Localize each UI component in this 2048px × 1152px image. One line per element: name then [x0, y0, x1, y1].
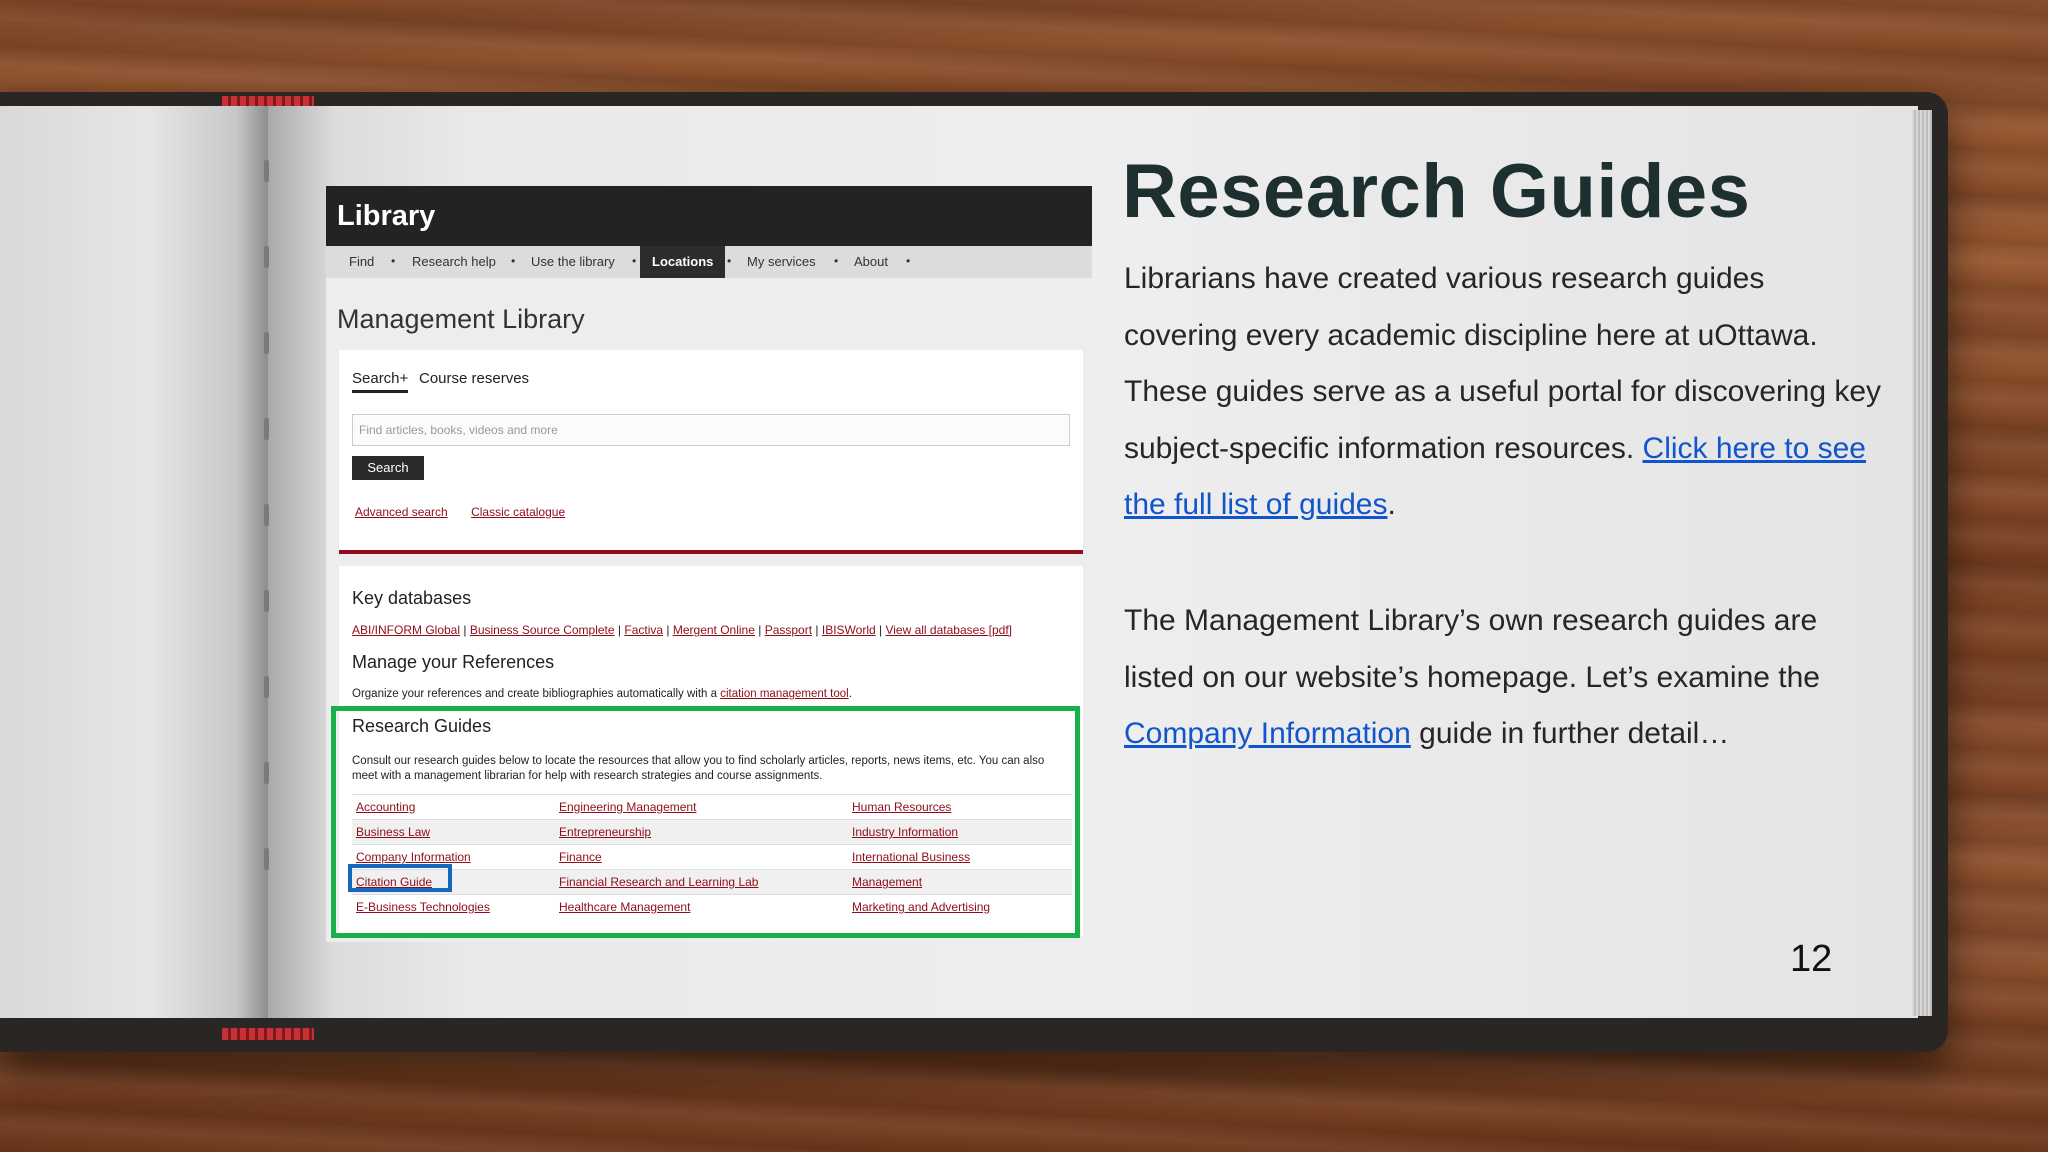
db-link[interactable]: IBISWorld	[822, 623, 876, 637]
nav-separator: •	[834, 254, 839, 268]
search-input[interactable]: Find articles, books, videos and more	[352, 414, 1070, 446]
classic-catalogue-link[interactable]: Classic catalogue	[471, 505, 565, 519]
tab-search-plus[interactable]: Search+	[352, 370, 409, 393]
nav-research-help[interactable]: Research help	[412, 246, 496, 278]
library-nav: Find • Research help • Use the library •…	[326, 246, 1092, 278]
paragraph-2-text: The Management Library’s own research gu…	[1124, 604, 1820, 694]
nav-locations[interactable]: Locations	[640, 246, 726, 278]
nav-separator: •	[727, 254, 732, 268]
library-header: Library	[326, 186, 1092, 246]
citation-guide-highlight-box	[348, 864, 452, 892]
bookmark-ribbon-bottom	[222, 1028, 314, 1040]
paragraph-1-end: .	[1387, 488, 1396, 521]
library-title: Library	[337, 200, 436, 232]
nav-about[interactable]: About	[854, 246, 888, 278]
slide-page-number: 12	[1790, 938, 1833, 980]
nav-my-services[interactable]: My services	[747, 246, 816, 278]
references-end: .	[848, 688, 852, 700]
company-information-guide-link[interactable]: Company Information	[1124, 717, 1411, 750]
nav-separator: •	[906, 254, 911, 268]
db-link[interactable]: Passport	[765, 623, 812, 637]
nav-separator: •	[391, 254, 396, 268]
citation-tool-link[interactable]: citation management tool	[720, 688, 849, 700]
paragraph-2-end: guide in further detail…	[1410, 717, 1730, 750]
references-note: Organize your references and create bibl…	[352, 688, 852, 700]
db-link[interactable]: Factiva	[624, 623, 663, 637]
key-databases-links: ABI/INFORM Global | Business Source Comp…	[352, 623, 1012, 637]
page-title: Management Library	[337, 304, 585, 334]
references-text: Organize your references and create bibl…	[352, 688, 718, 700]
slide-paragraph-2: The Management Library’s own research gu…	[1124, 593, 1884, 763]
nav-separator: •	[511, 254, 516, 268]
slide-title: Research Guides	[1122, 149, 1751, 234]
search-links: Advanced search Classic catalogue	[355, 505, 565, 519]
nav-find[interactable]: Find	[349, 246, 374, 278]
advanced-search-link[interactable]: Advanced search	[355, 505, 448, 519]
book-left-page	[0, 106, 268, 1018]
book-spine-stitching	[264, 160, 272, 960]
book-page-edges	[1912, 110, 1932, 1016]
search-button[interactable]: Search	[352, 456, 424, 480]
tab-course-reserves[interactable]: Course reserves	[419, 370, 529, 387]
nav-separator: •	[632, 254, 637, 268]
key-databases-heading: Key databases	[352, 588, 472, 608]
nav-use-the-library[interactable]: Use the library	[531, 246, 615, 278]
db-link[interactable]: Mergent Online	[673, 623, 755, 637]
db-link[interactable]: Business Source Complete	[470, 623, 615, 637]
research-guides-highlight-box	[331, 706, 1080, 938]
slide-paragraph-1: Librarians have created various research…	[1124, 251, 1884, 534]
search-panel: Search+ Course reserves Find articles, b…	[339, 350, 1083, 554]
db-link[interactable]: ABI/INFORM Global	[352, 623, 460, 637]
references-heading: Manage your References	[352, 652, 555, 672]
db-link[interactable]: View all databases [pdf]	[885, 623, 1012, 637]
